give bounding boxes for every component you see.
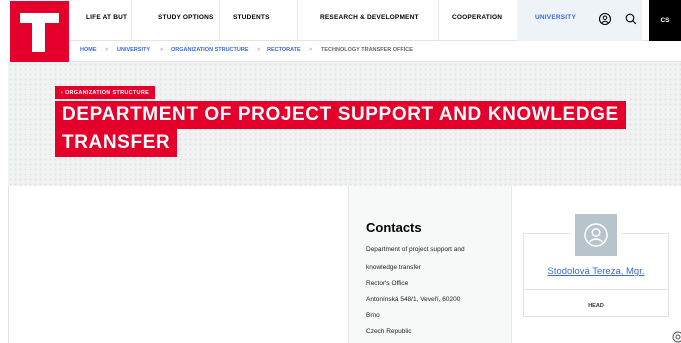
- search-icon[interactable]: [623, 11, 639, 27]
- contact-line: Czech Republic: [366, 328, 412, 335]
- contact-line: Antonínská 548/1, Veveří, 60200: [366, 296, 461, 303]
- nav-study-options[interactable]: STUDY OPTIONS: [158, 14, 214, 21]
- contact-line: Brno: [366, 312, 380, 319]
- language-switch-button[interactable]: CS: [649, 0, 681, 41]
- person-card-divider: [523, 289, 669, 290]
- breadcrumb-chevron-icon: >: [257, 47, 261, 53]
- contact-line: Department of project support and: [366, 246, 465, 253]
- contacts-heading: Contacts: [366, 220, 422, 235]
- breadcrumb-chevron-icon: >: [105, 47, 109, 53]
- logo-bar-vertical: [32, 23, 45, 52]
- nav-cooperation[interactable]: COOPERATION: [452, 14, 502, 21]
- breadcrumb-current: TECHNOLOGY TRANSFER OFFICE: [321, 47, 413, 53]
- but-logo[interactable]: [10, 1, 69, 62]
- breadcrumb-chevron-icon: >: [160, 47, 164, 53]
- contact-line: Rector's Office: [366, 280, 409, 287]
- contact-line: knowledge transfer: [366, 264, 421, 271]
- logo-bar-horizontal: [20, 13, 59, 23]
- nav-separator: [438, 0, 439, 41]
- nav-separator: [219, 0, 220, 41]
- breadcrumb-organization-structure[interactable]: ORGANIZATION STRUCTURE: [171, 47, 249, 53]
- nav-separator: [131, 0, 132, 41]
- breadcrumb-rectorate[interactable]: RECTORATE: [267, 47, 301, 53]
- content-left-border: [8, 186, 9, 343]
- nav-life-at-but[interactable]: LIFE AT BUT: [86, 14, 127, 21]
- user-avatar-icon: [584, 223, 608, 247]
- user-circle-icon[interactable]: [597, 11, 613, 27]
- back-to-organization-structure-link[interactable]: ‹ ORGANIZATION STRUCTURE: [55, 86, 156, 99]
- page-title-line-2: TRANSFER: [55, 129, 178, 157]
- accessibility-icon[interactable]: [672, 330, 681, 343]
- nav-research-development[interactable]: RESEARCH & DEVELOPMENT: [320, 14, 419, 21]
- person-name-link[interactable]: Stodolová Tereza, Mgr.: [523, 266, 669, 277]
- nav-university[interactable]: UNIVERSITY: [535, 14, 576, 21]
- person-role: HEAD: [588, 303, 604, 309]
- nav-students[interactable]: STUDENTS: [233, 14, 270, 21]
- breadcrumb-university[interactable]: UNIVERSITY: [117, 47, 150, 53]
- main-navigation: LIFE AT BUT STUDY OPTIONS STUDENTS RESEA…: [69, 0, 681, 41]
- breadcrumb-chevron-icon: >: [309, 47, 313, 53]
- page-title-line-1: DEPARTMENT OF PROJECT SUPPORT AND KNOWLE…: [55, 101, 626, 129]
- nav-separator: [297, 0, 298, 41]
- avatar: [571, 210, 621, 260]
- breadcrumb-home[interactable]: HOME: [80, 47, 97, 53]
- breadcrumb: HOME > UNIVERSITY > ORGANIZATION STRUCTU…: [69, 41, 681, 62]
